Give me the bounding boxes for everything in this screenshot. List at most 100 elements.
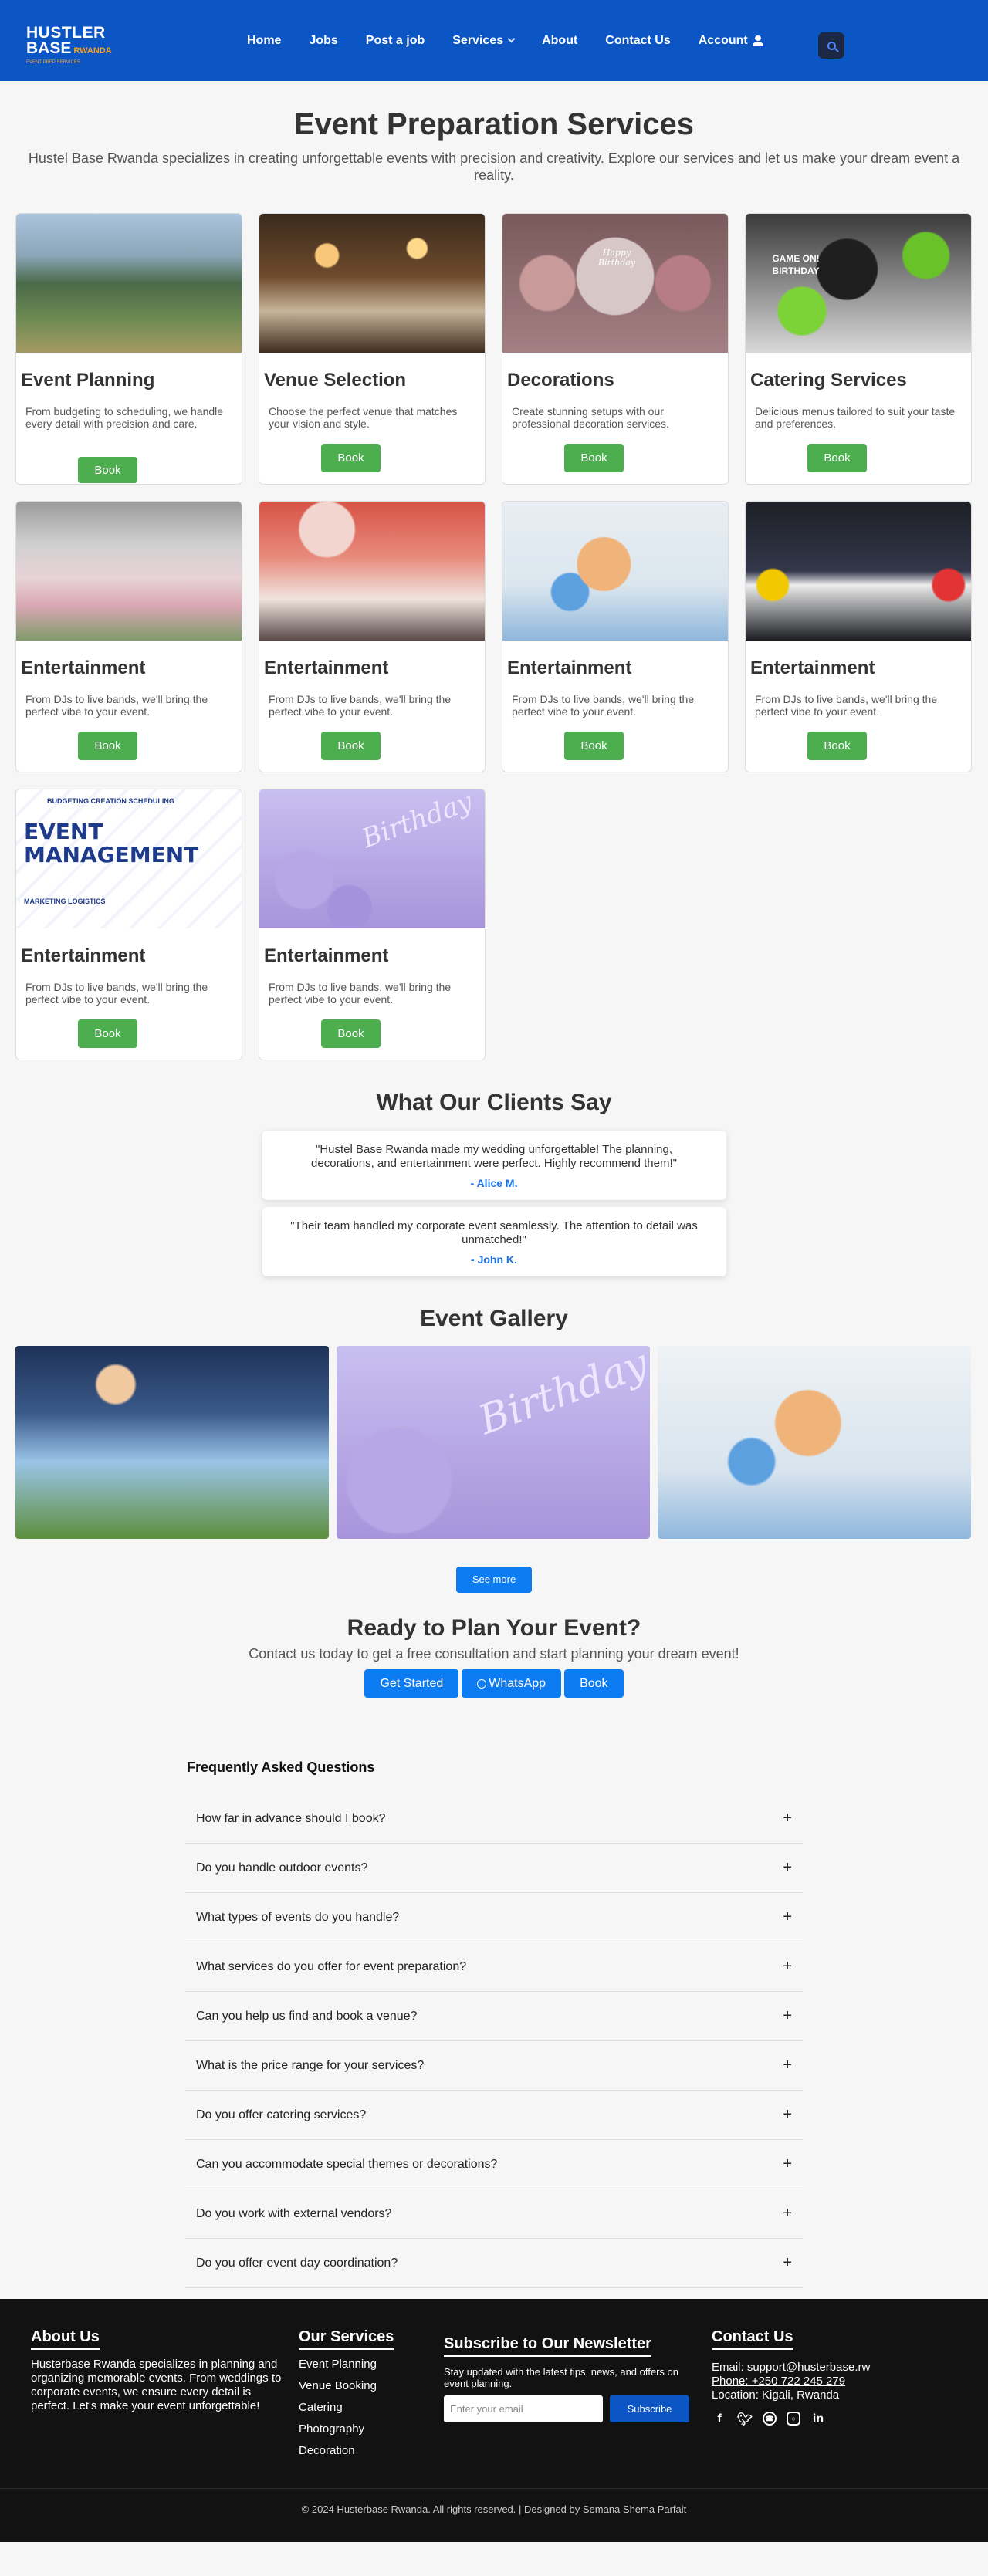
service-description: From DJs to live bands, we'll bring the … [755,693,938,718]
service-title: Entertainment [21,658,146,678]
search-button[interactable] [818,32,844,59]
faq-title: Frequently Asked Questions [187,1760,375,1775]
page-title: Event Preparation Services [293,107,695,141]
plus-icon: + [783,1810,792,1827]
testimonials-section: What Our Clients Say "Hustel Base Rwanda… [0,1090,988,1276]
service-card: Entertainment From DJs to live bands, we… [259,501,486,772]
service-title: Entertainment [264,945,389,966]
nav-jobs[interactable]: Jobs [309,34,337,48]
footer-service-link[interactable]: Venue Booking [299,2379,394,2393]
book-button[interactable]: Book [78,1019,137,1048]
book-button[interactable]: Book [78,732,137,760]
book-button[interactable]: Book [564,444,624,472]
testimonial-author: - Alice M. [470,1177,518,1189]
whatsapp-button[interactable]: WhatsApp [462,1669,562,1698]
gallery-image[interactable] [15,1346,329,1539]
facebook-icon[interactable]: f [712,2412,727,2427]
plus-icon: + [783,2254,792,2271]
book-button[interactable]: Book [78,457,137,483]
gallery-image[interactable] [658,1346,971,1539]
faq-question: Do you offer catering services? [196,2108,367,2121]
book-button[interactable]: Book [321,444,381,472]
nav-services-dropdown[interactable]: Services [452,34,516,48]
service-description: Delicious menus tailored to suit your ta… [755,405,956,430]
faq-question: Do you handle outdoor events? [196,1861,368,1875]
whatsapp-icon[interactable]: ☎ [763,2412,777,2426]
faq-item[interactable]: Do you offer event day coordination? + [185,2239,803,2288]
service-image-text: GAME ON! BIRTHDAY [772,253,820,276]
service-image [746,502,971,641]
faq-item[interactable]: Can you accommodate special themes or de… [185,2140,803,2189]
faq-item[interactable]: Do you handle outdoor events? + [185,1844,803,1893]
plus-icon: + [783,1958,792,1975]
book-cta-button[interactable]: Book [564,1669,624,1698]
subscribe-button[interactable]: Subscribe [610,2395,689,2422]
faq-item[interactable]: Can you help us find and book a venue? + [185,1992,803,2041]
footer-newsletter: Subscribe to Our Newsletter Stay updated… [444,2328,691,2422]
faq-item[interactable]: Do you offer catering services? + [185,2091,803,2140]
service-title: Catering Services [750,370,907,390]
twitter-icon[interactable]: 🐦︎ [737,2412,753,2427]
service-image [16,214,242,353]
service-image-text: Happy Birthday [597,248,636,268]
service-title: Entertainment [21,945,146,966]
nav-home[interactable]: Home [247,34,281,48]
cta-subtitle: Contact us today to get a free consultat… [249,1646,739,1662]
faq-item[interactable]: How far in advance should I book? + [185,1794,803,1844]
book-button[interactable]: Book [807,732,867,760]
service-title: Entertainment [507,658,632,678]
get-started-button[interactable]: Get Started [364,1669,459,1698]
service-image-text: MARKETING LOGISTICS [24,898,106,905]
faq-section: Frequently Asked Questions How far in ad… [185,1760,803,2288]
footer-service-link[interactable]: Catering [299,2401,394,2415]
contact-email: Email: support@husterbase.rw Phone: +250 … [712,2361,871,2402]
book-button[interactable]: Book [321,1019,381,1048]
plus-icon: + [783,2007,792,2024]
nav-about[interactable]: About [542,34,577,48]
gallery-image[interactable]: Birthday [337,1346,650,1539]
testimonial-card: "Their team handled my corporate event s… [262,1207,726,1276]
book-button[interactable]: Book [321,732,381,760]
service-image [16,502,242,641]
nav-links: Home Jobs Post a job Services About Cont… [247,0,791,81]
hero-section: Event Preparation Services Hustel Base R… [0,81,988,184]
brand-logo[interactable]: HUSTLER BASE RWANDA EVENT PREP SERVICES [26,25,112,67]
nav-contact[interactable]: Contact Us [605,34,670,48]
cta-section: Ready to Plan Your Event? Contact us tod… [0,1615,988,1698]
service-description: From DJs to live bands, we'll bring the … [25,693,208,718]
contact-phone-link[interactable]: Phone: +250 722 245 279 [712,2375,845,2388]
service-card: Birthday Entertainment From DJs to live … [259,789,486,1060]
service-image [502,502,728,641]
nav-post-job[interactable]: Post a job [366,34,425,48]
social-links: f 🐦︎ ☎ ○ in [712,2412,943,2427]
footer-contact-title: Contact Us [712,2328,793,2350]
instagram-icon[interactable]: ○ [787,2412,800,2426]
see-more-button[interactable]: See more [456,1567,532,1593]
nav-account[interactable]: Account [699,34,763,48]
service-description: From DJs to live bands, we'll bring the … [25,981,208,1006]
testimonials-title: What Our Clients Say [376,1090,612,1115]
faq-item[interactable]: What is the price range for your service… [185,2041,803,2091]
faq-item[interactable]: What services do you offer for event pre… [185,1942,803,1992]
cta-buttons: Get Started WhatsApp Book [0,1669,988,1698]
gallery-row: Birthday [0,1346,988,1539]
faq-item[interactable]: What types of events do you handle? + [185,1893,803,1942]
book-button[interactable]: Book [807,444,867,472]
testimonial-author: - John K. [471,1253,517,1266]
page-subtitle: Hustel Base Rwanda specializes in creati… [28,150,960,183]
service-description: Choose the perfect venue that matches yo… [269,405,458,430]
footer-service-link[interactable]: Photography [299,2422,394,2436]
faq-question: What services do you offer for event pre… [196,1959,467,1973]
faq-item[interactable]: Do you work with external vendors? + [185,2189,803,2239]
newsletter-email-input[interactable]: Enter your email [444,2395,603,2422]
linkedin-icon[interactable]: in [810,2412,826,2427]
service-description: From budgeting to scheduling, we handle … [25,405,224,430]
footer-service-link[interactable]: Event Planning [299,2358,394,2371]
service-card: GAME ON! BIRTHDAY Catering Services Deli… [745,213,972,485]
cta-title: Ready to Plan Your Event? [347,1615,641,1641]
book-button[interactable]: Book [564,732,624,760]
faq-question: What is the price range for your service… [196,2058,425,2072]
footer-service-link[interactable]: Decoration [299,2444,394,2458]
service-title: Entertainment [264,658,389,678]
newsletter-title: Subscribe to Our Newsletter [444,2335,651,2357]
